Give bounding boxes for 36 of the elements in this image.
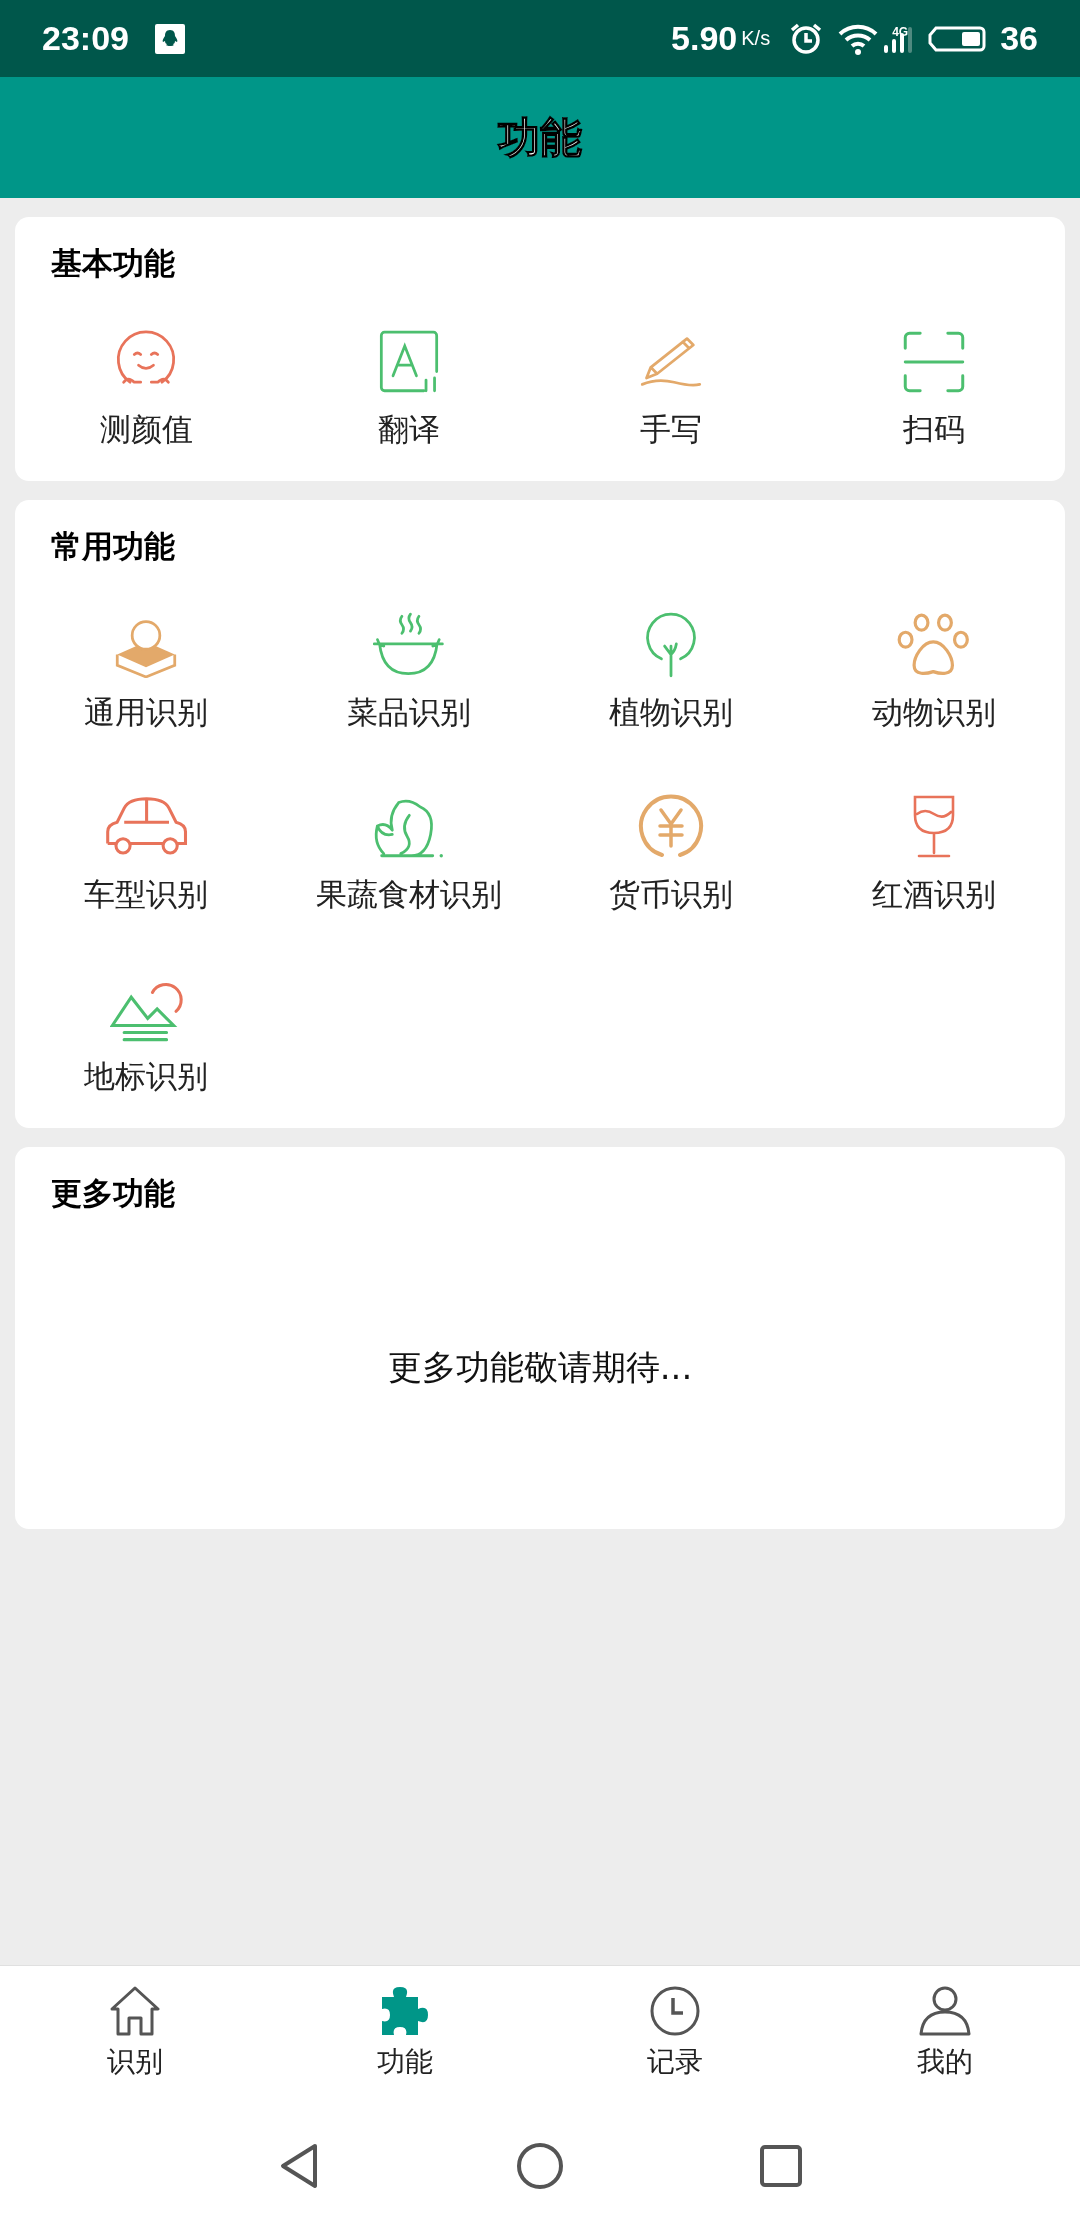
recent-apps-icon[interactable] bbox=[758, 2144, 803, 2188]
feature-label[interactable]: 菜品识别 bbox=[346, 692, 471, 734]
nav-tab[interactable]: 识别 bbox=[0, 1966, 270, 2100]
network-speed: 5.90 bbox=[671, 19, 738, 58]
feature-label[interactable]: 动物识别 bbox=[871, 692, 996, 734]
paw-print-icon[interactable] bbox=[896, 612, 971, 678]
speed-unit: K/s bbox=[741, 27, 771, 50]
feature-label[interactable]: 翻译 bbox=[377, 409, 440, 451]
nav-tab[interactable]: 记录 bbox=[540, 1966, 810, 2100]
yen-coin-icon[interactable] bbox=[638, 794, 705, 860]
nav-tab[interactable]: 我的 bbox=[810, 1966, 1080, 2100]
penguin-icon bbox=[154, 23, 185, 54]
feature-label[interactable]: 红酒识别 bbox=[871, 874, 996, 916]
user-icon bbox=[918, 1985, 972, 2037]
feature-label[interactable]: 货币识别 bbox=[609, 874, 734, 916]
section-title: 基本功能 bbox=[51, 244, 175, 283]
battery-level: 36 bbox=[1000, 19, 1038, 58]
feature-label[interactable]: 手写 bbox=[640, 409, 703, 451]
feature-label[interactable]: 扫码 bbox=[902, 409, 965, 451]
page-title: 功能 bbox=[498, 111, 582, 164]
home-button-icon[interactable] bbox=[516, 2142, 564, 2190]
battery-icon bbox=[928, 24, 987, 53]
home-icon bbox=[108, 1985, 162, 2037]
nav-tab[interactable]: 功能 bbox=[270, 1966, 540, 2100]
feature-label[interactable]: 果蔬食材识别 bbox=[315, 874, 502, 916]
feature-label[interactable]: 通用识别 bbox=[84, 692, 209, 734]
feature-label[interactable]: 测颜值 bbox=[99, 409, 193, 451]
signal-icon bbox=[884, 24, 915, 53]
feature-label[interactable]: 车型识别 bbox=[84, 874, 209, 916]
feature-label[interactable]: 地标识别 bbox=[84, 1056, 209, 1098]
status-time: 23:09 bbox=[42, 19, 129, 58]
feature-label[interactable]: 植物识别 bbox=[609, 692, 734, 734]
section-title: 常用功能 bbox=[51, 527, 175, 566]
clock-icon bbox=[648, 1985, 702, 2037]
coming-soon-message: 更多功能敬请期待... bbox=[387, 1346, 693, 1389]
section-title: 更多功能 bbox=[51, 1174, 175, 1213]
